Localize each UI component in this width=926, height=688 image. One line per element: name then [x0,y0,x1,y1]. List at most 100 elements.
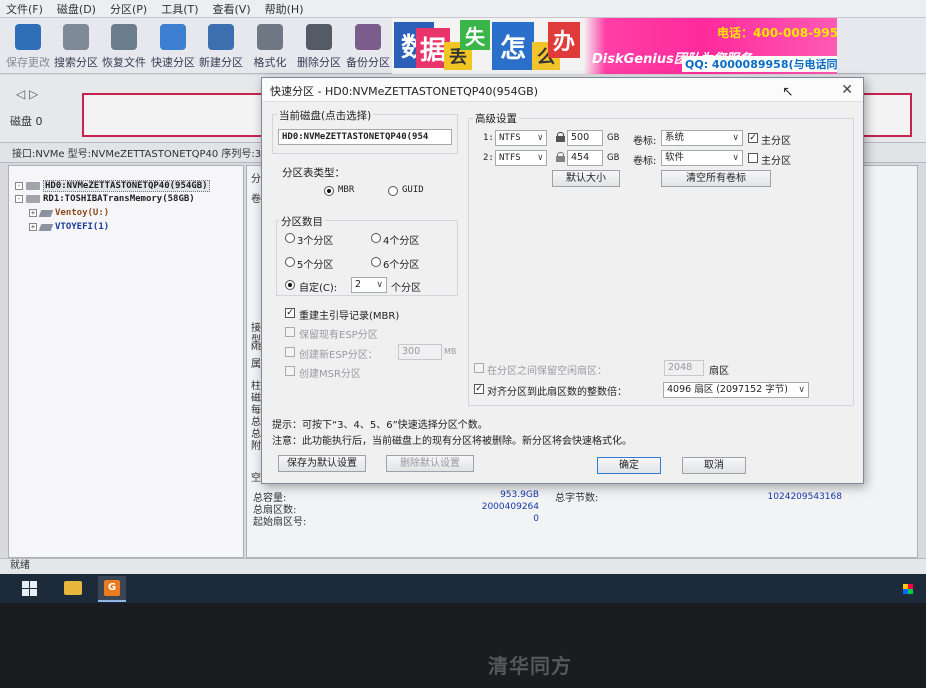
advanced-settings-group: 高级设置 1: NTFS ∨ 500 GB 卷标: 系统 ∨ ✓ 主分区 2: … [468,111,854,406]
save-changes-button[interactable]: 保存更改 [4,24,52,72]
search-partition-button[interactable]: 搜索分区 [52,24,100,72]
quick-partition-button[interactable]: 快速分区 [149,24,197,72]
lock-icon[interactable] [556,132,565,142]
custom-count-suffix: 个分区 [391,283,421,294]
custom-count-select[interactable]: 2 ∨ [351,277,387,293]
chevron-down-icon: ∨ [798,385,805,395]
partition-count-group: 分区数目 3个分区 4个分区 5个分区 6个分区 自定(C): 2 ∨ 个分区 [276,214,458,296]
reserve-sectors-input[interactable]: 2048 [664,360,704,376]
delete-default-settings-button[interactable]: 删除默认设置 [386,455,474,472]
partition-2-primary-checkbox[interactable] [748,153,758,163]
tree-item-rd1[interactable]: - RD1:TOSHIBATransMemory(58GB) [15,194,195,204]
side-label: 附 [251,441,261,452]
ad-banner[interactable]: 数 据 丢 失 怎 么 办 DiskGenius团队为您服务 电话：400-00… [392,18,837,74]
delete-partition-icon [306,24,332,50]
restore-file-icon [111,24,137,50]
menu-bar: 文件(F) 磁盘(D) 分区(P) 工具(T) 查看(V) 帮助(H) [0,0,926,18]
partition-1-size-input[interactable]: 500 [567,130,603,146]
create-msr-checkbox[interactable] [285,366,295,376]
count-5-radio[interactable] [285,257,295,267]
align-sectors-select[interactable]: 4096 扇区 (2097152 字节) ∨ [663,382,809,398]
total-bytes-label: 总字节数: [555,493,599,504]
align-sectors-value: 4096 扇区 (2097152 字节) [667,384,788,395]
save-default-settings-button[interactable]: 保存为默认设置 [278,455,366,472]
count-3-radio[interactable] [285,233,295,243]
dialog-titlebar[interactable]: 快速分区 - HD0:NVMeZETTASTONETQP40(954GB) ↖ … [262,78,863,102]
file-explorer-icon[interactable] [64,581,82,595]
format-button[interactable]: 格式化 [246,24,294,72]
mbr-radio[interactable] [324,186,334,196]
taskbar: G [0,574,926,603]
clear-all-labels-button[interactable]: 清空所有卷标 [661,170,771,187]
partition-icon [38,209,54,217]
menu-disk[interactable]: 磁盘(D) [57,1,96,17]
advanced-settings-title: 高级设置 [473,111,519,126]
format-icon [257,24,283,50]
align-partitions-checkbox[interactable]: ✓ [474,384,484,394]
default-size-button[interactable]: 默认大小 [552,170,620,187]
windows-start-icon[interactable] [22,581,38,597]
tree-item-vtoyefi[interactable]: + VTOYEFI(1) [29,222,109,232]
custom-count-label: 自定(C): [299,283,338,294]
tree-item-label: HD0:NVMeZETTASTONETQP40(954GB) [43,180,210,192]
count-5-label: 5个分区 [297,260,334,271]
guid-label: GUID [402,185,424,195]
tree-item-hd0[interactable]: - HD0:NVMeZETTASTONETQP40(954GB) [15,180,210,192]
expand-icon[interactable]: + [29,223,37,231]
delete-partition-button[interactable]: 删除分区 [295,24,343,72]
partition-icon [38,223,54,231]
partition-1-fs-select[interactable]: NTFS ∨ [495,130,547,146]
guid-radio[interactable] [388,186,398,196]
diskgenius-taskbar-icon[interactable]: G [98,576,126,602]
custom-count-radio[interactable] [285,280,295,290]
create-esp-checkbox[interactable] [285,347,295,357]
partition-1-primary-checkbox[interactable]: ✓ [748,133,758,143]
menu-help[interactable]: 帮助(H) [265,1,304,17]
start-sector-label: 起始扇区号: [253,517,307,528]
rebuild-mbr-checkbox[interactable]: ✓ [285,308,295,318]
ok-button[interactable]: 确定 [597,457,661,474]
close-icon[interactable]: ✕ [841,82,853,98]
save-icon [15,24,41,50]
menu-view[interactable]: 查看(V) [213,1,251,17]
collapse-icon[interactable]: - [15,182,23,190]
partition-2-fs-select[interactable]: NTFS ∨ [495,150,547,166]
partition-1-index: 1: [483,133,494,143]
menu-partition[interactable]: 分区(P) [110,1,147,17]
new-partition-button[interactable]: 新建分区 [197,24,245,72]
chevron-down-icon: ∨ [732,153,739,163]
tree-item-label: VTOYEFI(1) [55,222,110,232]
expand-icon[interactable]: + [29,209,37,217]
tab-fragment[interactable]: 分 [251,170,261,185]
menu-tools[interactable]: 工具(T) [161,1,198,17]
current-disk-select[interactable]: HD0:NVMeZETTASTONETQP40(954 [278,129,452,145]
partition-2-primary-label: 主分区 [761,156,791,167]
partition-2-index: 2: [483,153,494,163]
total-capacity-value: 953.9GB [500,490,539,500]
disk-nav-arrows[interactable]: ◁ ▷ [16,87,38,101]
restore-file-button[interactable]: 恢复文件 [100,24,148,72]
dialog-title: 快速分区 - HD0:NVMeZETTASTONETQP40(954GB) [270,85,539,98]
partition-2-size-input[interactable]: 454 [567,150,603,166]
disk-strip-label: 磁盘 0 [10,115,43,128]
count-6-radio[interactable] [371,257,381,267]
backup-partition-button[interactable]: 备份分区 [344,24,392,72]
esp-size-input[interactable]: 300 [398,344,442,360]
partition-2-label-select[interactable]: 软件 ∨ [661,150,743,166]
menu-file[interactable]: 文件(F) [6,1,43,17]
partition-2-size-unit: GB [607,153,620,163]
partition-2-label-caption: 卷标: [633,156,657,167]
disk-tree-panel: - HD0:NVMeZETTASTONETQP40(954GB) - RD1:T… [8,165,244,558]
chevron-down-icon: ∨ [732,133,739,143]
partition-1-label-select[interactable]: 系统 ∨ [661,130,743,146]
reserve-sectors-checkbox[interactable] [474,363,484,373]
keep-esp-checkbox[interactable] [285,327,295,337]
monitor-screen: 文件(F) 磁盘(D) 分区(P) 工具(T) 查看(V) 帮助(H) 保存更改… [0,0,926,603]
tree-item-ventoy[interactable]: + Ventoy(U:) [29,208,109,218]
unlock-icon[interactable] [556,152,565,162]
cancel-button[interactable]: 取消 [682,457,746,474]
tray-app-icon[interactable] [903,584,913,594]
total-bytes-value: 1024209543168 [767,492,842,502]
count-4-radio[interactable] [371,233,381,243]
collapse-icon[interactable]: - [15,195,23,203]
